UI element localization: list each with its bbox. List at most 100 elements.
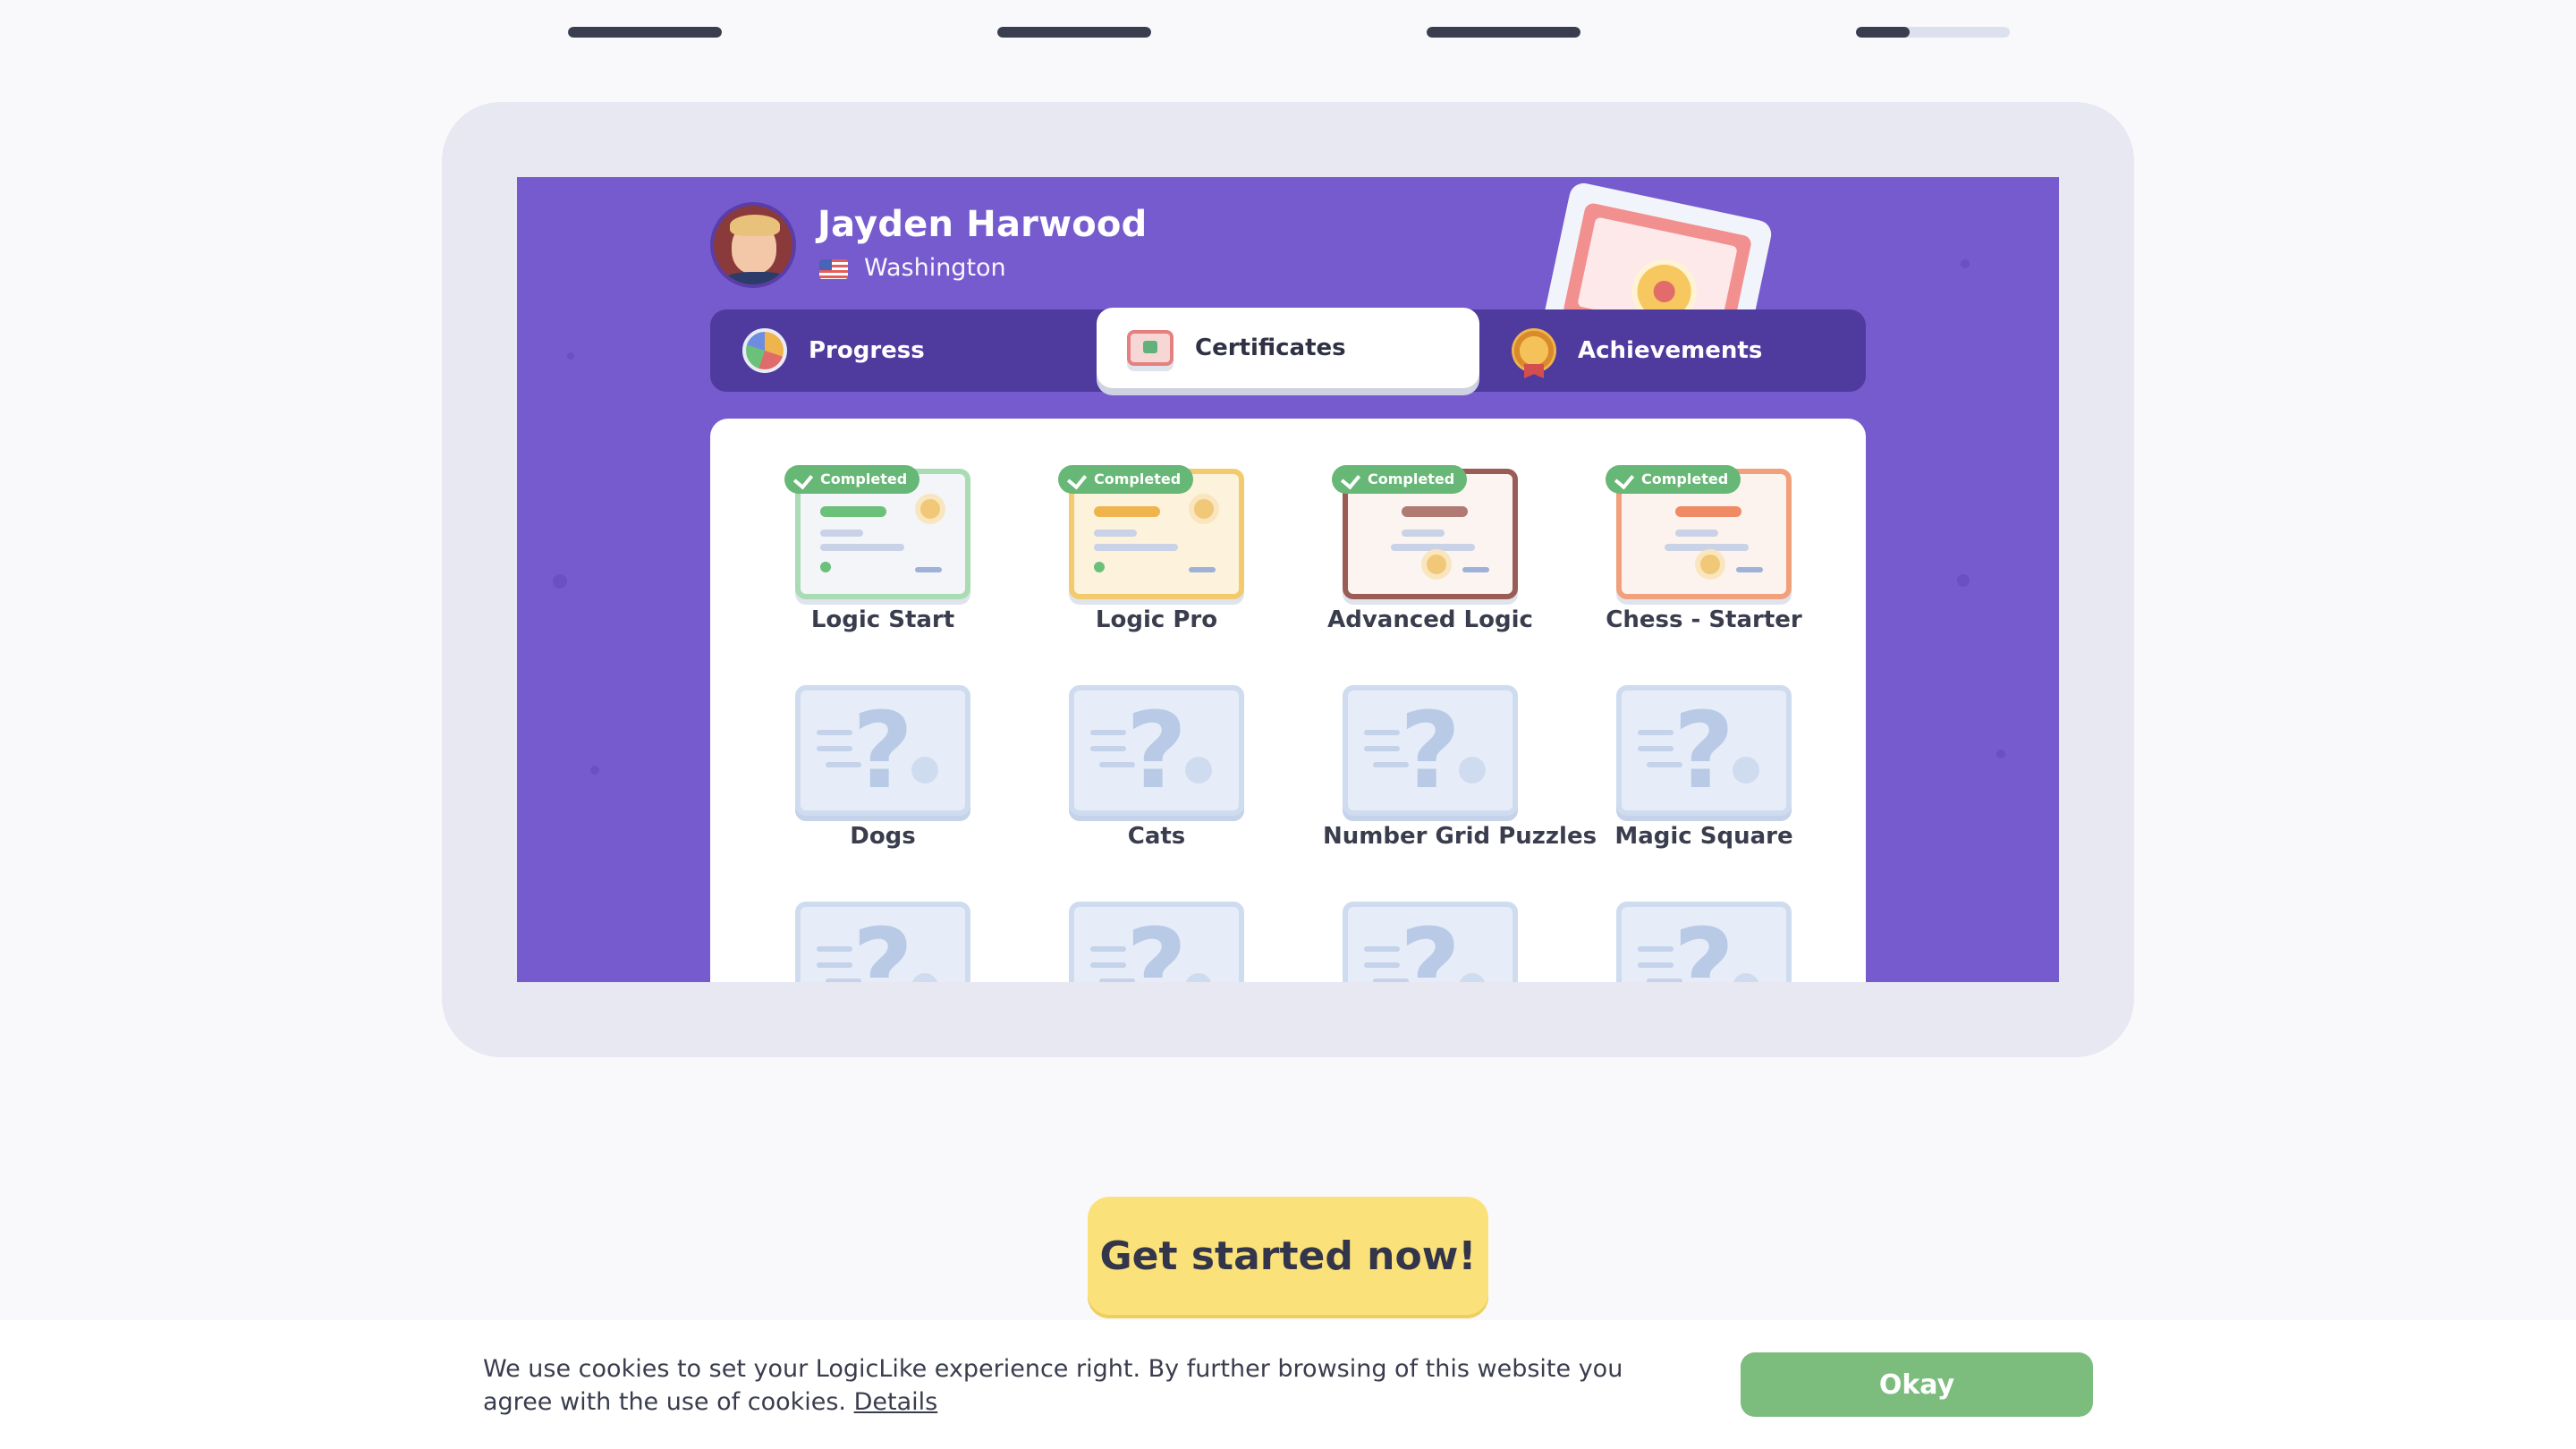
tab-label: Progress <box>809 337 925 364</box>
check-icon <box>792 469 814 490</box>
text-line <box>1094 530 1137 537</box>
certificate-item-chess-starter[interactable]: Completed Chess - Starter <box>1597 465 1811 633</box>
cookie-message: We use cookies to set your LogicLike exp… <box>483 1352 1699 1419</box>
locked-certificate-thumbnail: ? <box>1343 685 1518 816</box>
locked-certificate-thumbnail: ? <box>795 685 970 816</box>
certificate-title: Number Grid Puzzles <box>1323 823 1597 850</box>
dot <box>820 562 831 572</box>
title-bar <box>1402 506 1468 517</box>
question-mark-icon: ? <box>1125 905 1188 982</box>
check-icon <box>1066 469 1088 490</box>
text-line <box>820 530 863 537</box>
certificate-title: Chess - Starter <box>1606 606 1802 633</box>
certificate-thumbnail: Completed <box>1332 465 1518 599</box>
background-dot <box>1957 574 1970 587</box>
certificate-item[interactable]: ? <box>1597 902 1811 982</box>
check-icon <box>1614 469 1635 490</box>
certificate-item[interactable]: ? <box>775 902 990 982</box>
onboarding-steps <box>0 27 2576 38</box>
completed-badge: Completed <box>1332 465 1468 494</box>
cookie-details-link[interactable]: Details <box>854 1388 938 1416</box>
certificate-title: Logic Start <box>810 606 955 633</box>
signature <box>1189 567 1216 572</box>
avatar-shirt <box>721 272 792 284</box>
locked-certificate-thumbnail: ? <box>1069 902 1244 982</box>
profile-location: Washington <box>864 254 1006 282</box>
certificate-item[interactable]: ? <box>1049 902 1264 982</box>
step-fill <box>1856 27 1911 38</box>
tab-certificates[interactable]: Certificates <box>1097 308 1479 388</box>
certificate-title: Magic Square <box>1614 823 1793 850</box>
background-dot <box>567 352 574 360</box>
certificate-title: Logic Pro <box>1095 606 1218 633</box>
avatar-hair <box>730 215 780 236</box>
certificate-thumbnail: Completed <box>1606 465 1792 599</box>
step-indicator-3 <box>1427 27 1580 38</box>
certificate-item-dogs[interactable]: ? Dogs <box>775 685 990 850</box>
certificate-item[interactable]: ? <box>1323 902 1538 982</box>
completed-badge: Completed <box>1606 465 1741 494</box>
question-mark-icon: ? <box>1399 689 1462 812</box>
step-fill <box>997 27 1151 38</box>
medal-icon <box>1512 328 1556 373</box>
app-screen: Jayden Harwood Washington Progress Certi… <box>517 177 2059 982</box>
background-dot <box>590 766 599 775</box>
tab-achievements[interactable]: Achievements <box>1512 309 1834 392</box>
title-bar <box>1675 506 1741 517</box>
text-line <box>1094 544 1178 551</box>
tab-label: Achievements <box>1578 337 1763 364</box>
locked-certificate-thumbnail: ? <box>1069 685 1244 816</box>
certificate-title: Dogs <box>850 823 916 850</box>
certificate-thumbnail: Completed <box>784 465 970 599</box>
completed-badge: Completed <box>1058 465 1194 494</box>
signature <box>1736 567 1763 572</box>
device-frame: Jayden Harwood Washington Progress Certi… <box>442 102 2134 1057</box>
locked-certificate-thumbnail: ? <box>795 902 970 982</box>
tab-label: Certificates <box>1195 335 1346 361</box>
certificate-title: Advanced Logic <box>1327 606 1533 633</box>
certificate-item-logic-start[interactable]: Completed Logic Start <box>775 465 990 633</box>
cookie-text: We use cookies to set your LogicLike exp… <box>483 1355 1623 1416</box>
locked-certificate-thumbnail: ? <box>1343 902 1518 982</box>
certificates-grid: Completed Logic Start Completed Logic Pr… <box>710 419 1866 982</box>
cookie-banner: We use cookies to set your LogicLike exp… <box>0 1320 2576 1449</box>
title-bar <box>820 506 886 517</box>
step-indicator-4 <box>1856 27 2010 38</box>
completed-badge: Completed <box>784 465 920 494</box>
certificate-item-logic-pro[interactable]: Completed Logic Pro <box>1049 465 1264 633</box>
question-mark-icon: ? <box>852 689 914 812</box>
certificate-item-cats[interactable]: ? Cats <box>1049 685 1264 850</box>
question-mark-icon: ? <box>852 905 914 982</box>
seal-icon <box>1189 494 1219 524</box>
certificate-item-advanced-logic[interactable]: Completed Advanced Logic <box>1323 465 1538 633</box>
pie-chart-icon <box>742 328 787 373</box>
certificate-title: Cats <box>1127 823 1186 850</box>
certificate-thumbnail: Completed <box>1058 465 1244 599</box>
locked-certificate-thumbnail: ? <box>1616 902 1792 982</box>
certificate-item-number-grid-puzzles[interactable]: ? Number Grid Puzzles <box>1323 685 1597 850</box>
get-started-button[interactable]: Get started now! <box>1088 1197 1488 1315</box>
background-dot <box>1961 259 1970 268</box>
question-mark-icon: ? <box>1399 905 1462 982</box>
seal-icon <box>915 494 945 524</box>
text-line <box>820 544 904 551</box>
question-mark-icon: ? <box>1125 689 1188 812</box>
us-flag-icon <box>819 259 848 279</box>
tab-progress[interactable]: Progress <box>742 309 1064 392</box>
signature <box>915 567 942 572</box>
profile-tabs: Progress Certificates Achievements <box>710 308 1866 392</box>
avatar <box>710 202 796 288</box>
background-dot <box>1996 750 2005 758</box>
profile-name: Jayden Harwood <box>818 204 1148 245</box>
locked-certificate-thumbnail: ? <box>1616 685 1792 816</box>
step-fill <box>1427 27 1580 38</box>
background-dot <box>553 574 567 589</box>
step-indicator-2 <box>997 27 1151 38</box>
question-mark-icon: ? <box>1673 689 1735 812</box>
seal-icon <box>1695 549 1725 580</box>
seal-icon <box>1421 549 1452 580</box>
okay-button[interactable]: Okay <box>1741 1352 2093 1417</box>
certificate-item-magic-square[interactable]: ? Magic Square <box>1597 685 1811 850</box>
dot <box>1094 562 1105 572</box>
text-line <box>1402 530 1445 537</box>
